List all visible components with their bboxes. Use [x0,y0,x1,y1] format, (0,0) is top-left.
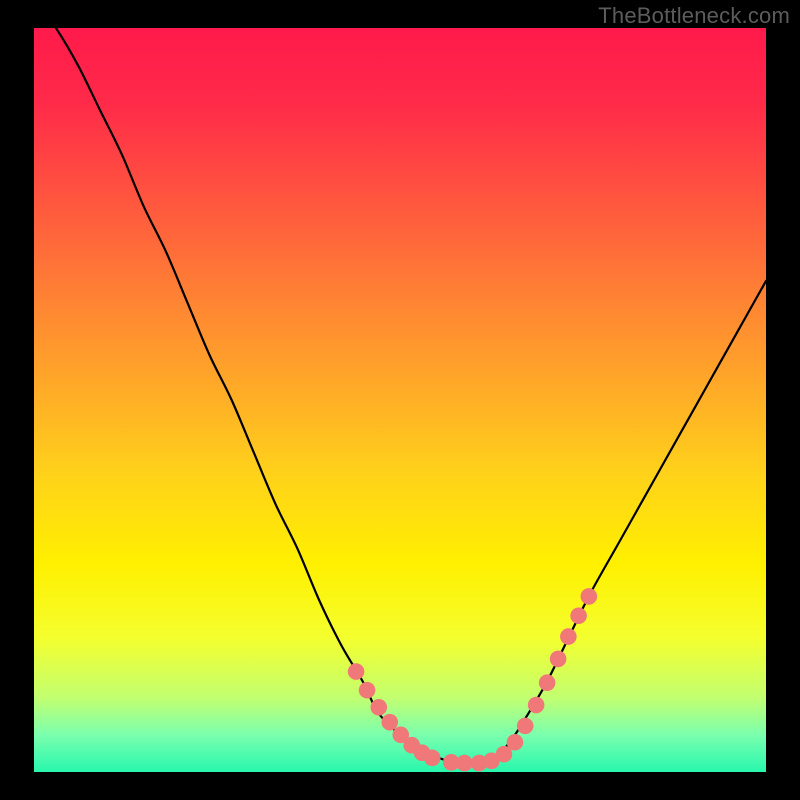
data-dot [456,755,473,772]
heat-gradient [34,28,766,772]
data-dot [560,628,577,645]
data-dot [539,674,556,691]
data-dot [517,718,534,735]
data-dot [348,663,365,680]
data-dot [528,697,545,714]
data-dot [424,750,441,767]
chart-canvas [0,0,800,800]
watermark-text: TheBottleneck.com [598,3,790,29]
data-dot [507,734,524,751]
data-dot [550,651,567,668]
data-dot [370,699,387,716]
data-dot [381,714,398,731]
data-dot [359,682,376,699]
chart-stage: TheBottleneck.com [0,0,800,800]
data-dot [570,607,587,624]
data-dot [581,588,598,605]
